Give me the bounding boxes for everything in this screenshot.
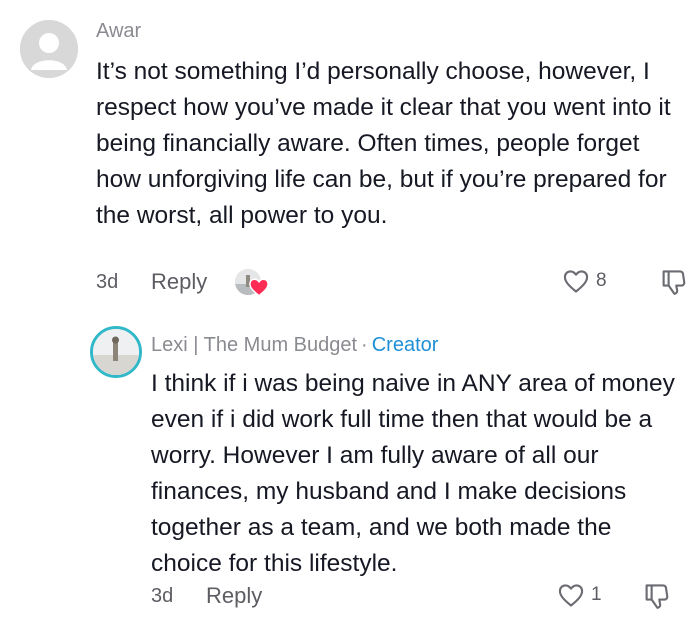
reply-button[interactable]: Reply	[151, 269, 207, 295]
comment-date: 3d	[96, 270, 119, 293]
reply-comment: Lexi | The Mum Budget · Creator I think if…	[90, 322, 690, 622]
user-avatar[interactable]	[20, 20, 78, 78]
profile-photo-avatar	[93, 329, 139, 375]
separator-dot: ·	[361, 334, 368, 356]
comment-actions: 3d Reply 1	[151, 578, 681, 614]
comment-date: 3d	[151, 584, 174, 607]
comment-actions: 3d Reply 8	[96, 264, 686, 300]
default-avatar-icon	[20, 20, 78, 78]
thumbs-down-icon	[641, 581, 671, 611]
dislike-button[interactable]	[658, 267, 688, 297]
dislike-button[interactable]	[641, 581, 671, 611]
comment-username[interactable]: Lexi | The Mum Budget	[151, 334, 357, 356]
creator-liked-badge	[235, 267, 270, 297]
thumbs-down-icon	[658, 267, 688, 297]
like-button[interactable]: 8	[562, 268, 607, 294]
creator-badge: Creator	[371, 334, 439, 356]
like-count: 8	[596, 270, 607, 291]
comment: Awar It’s not something I’d personally c…	[20, 18, 690, 308]
comment-username[interactable]: Awar	[96, 18, 141, 44]
creator-heart-icon	[248, 277, 270, 297]
creator-avatar[interactable]	[90, 326, 142, 378]
like-count: 1	[591, 584, 602, 605]
heart-outline-icon	[557, 582, 585, 608]
like-button[interactable]: 1	[557, 582, 602, 608]
comment-username-line: Lexi | The Mum Budget · Creator	[151, 332, 438, 358]
comment-text: I think if i was being naive in ANY area…	[151, 370, 675, 577]
comment-text: It’s not something I’d personally choose…	[96, 58, 671, 229]
reply-button[interactable]: Reply	[206, 583, 262, 609]
heart-outline-icon	[562, 268, 590, 294]
